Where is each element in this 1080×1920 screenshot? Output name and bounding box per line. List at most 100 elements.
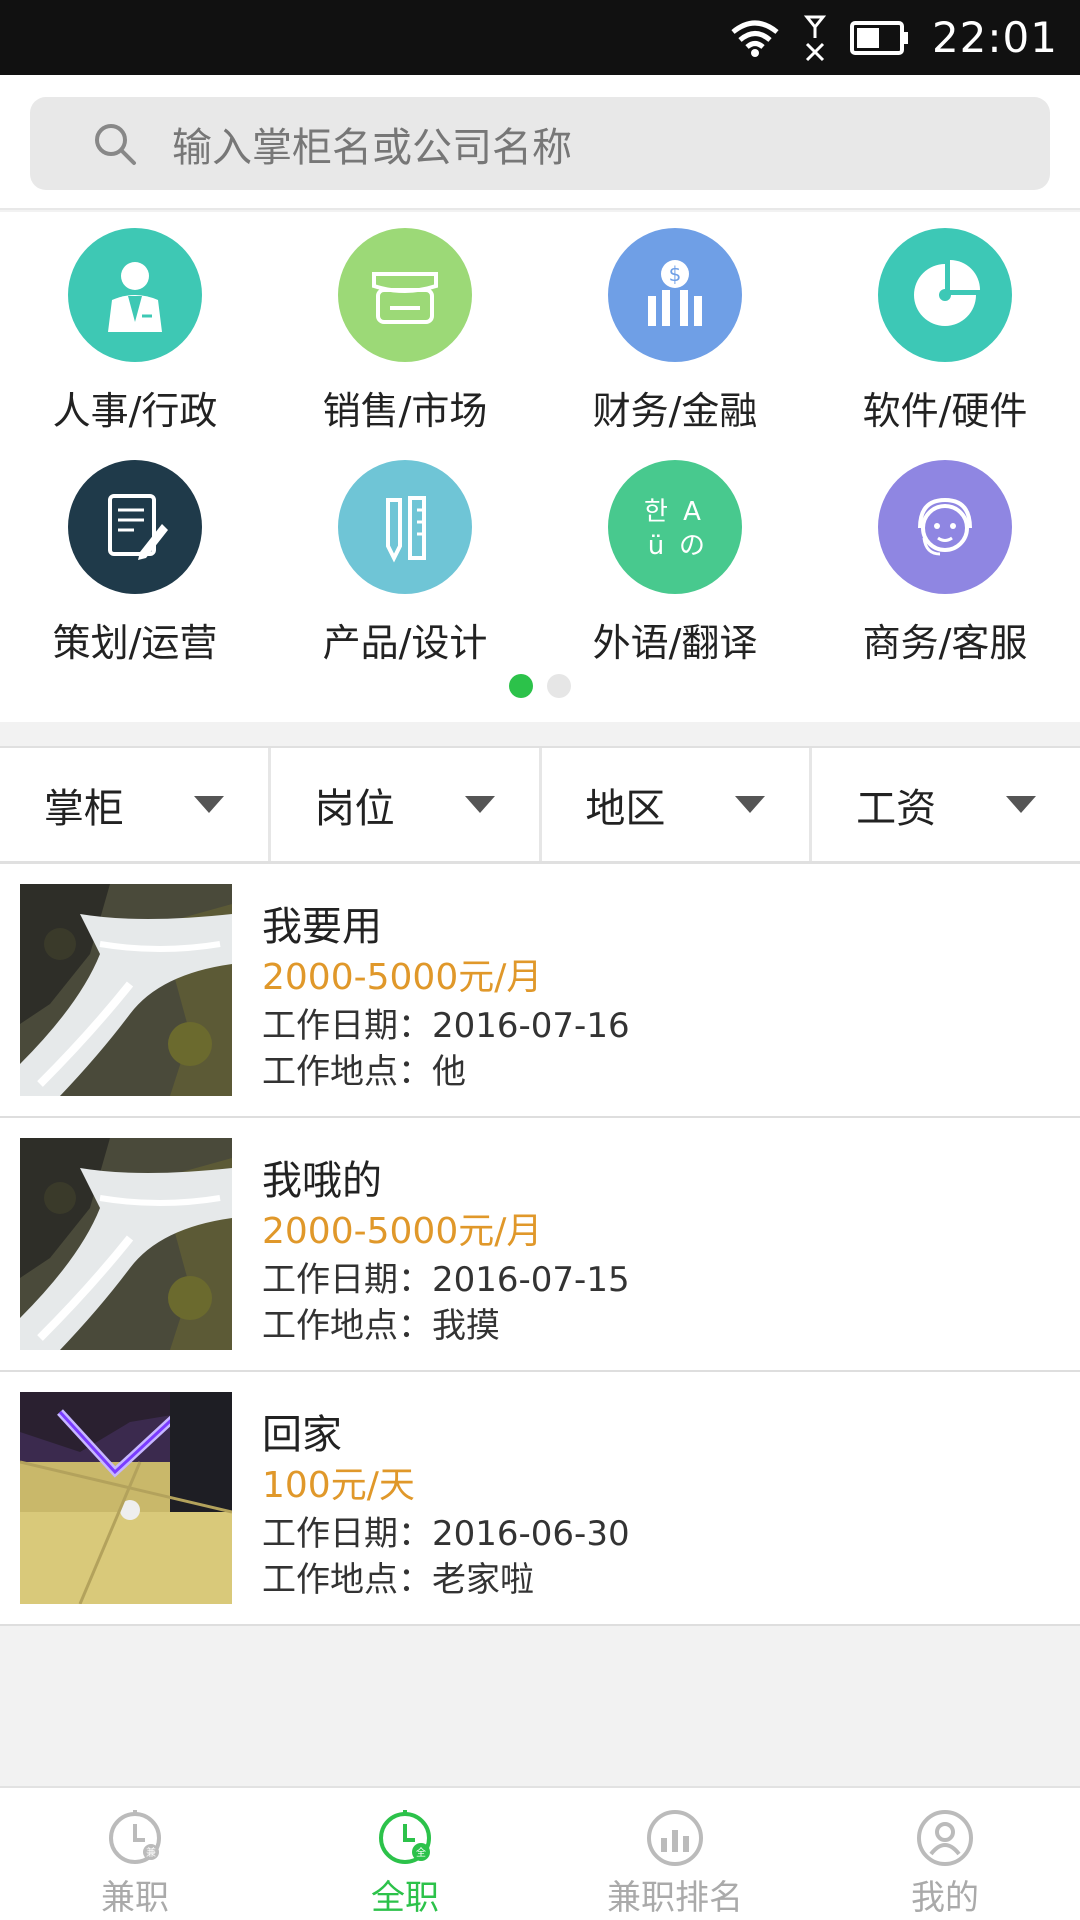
job-place-value: 我摸 [432,1306,500,1346]
category-label: 策划/运营 [52,621,218,665]
store-icon [338,228,472,362]
job-list-item[interactable]: 回家 100元/天 工作日期：2016-06-30 工作地点：老家啦 [0,1372,1080,1626]
glyph-japanese: の [679,531,705,561]
glyph-umlaut: ü [648,531,664,561]
job-place-value: 老家啦 [432,1560,534,1600]
job-thumbnail [20,1138,232,1350]
job-date-label: 工作日期： [262,1006,432,1046]
search-bar-container: 输入掌柜名或公司名称 [0,75,1080,210]
svg-text:$: $ [669,262,682,286]
job-thumbnail [20,884,232,1096]
customer-service-icon [878,460,1012,594]
tab-part-time[interactable]: 兼 兼职 [0,1788,270,1920]
filter-region[interactable]: 地区 [542,748,813,861]
tab-mine[interactable]: 我的 [810,1788,1080,1920]
tab-part-time-ranking[interactable]: 兼职排名 [540,1788,810,1920]
tab-badge: 全 [416,1846,426,1859]
category-label: 销售/市场 [322,389,488,433]
job-place-label: 工作地点： [262,1052,432,1092]
category-finance[interactable]: $ 财务/金融 [540,228,810,435]
dropdown-arrow-icon [1006,796,1037,813]
document-edit-icon [68,460,202,594]
clock-time: 22:01 [931,13,1058,62]
category-grid: 人事/行政 销售/市场 $ 财务/金融 软件/硬件 策划/运营 产品/设计 한 … [0,212,1080,722]
glyph-latin: A [683,497,701,527]
job-date-value: 2016-06-30 [432,1514,630,1554]
category-business-service[interactable]: 商务/客服 [810,460,1080,667]
job-date-label: 工作日期： [262,1260,432,1300]
job-date: 工作日期：2016-07-16 [262,998,630,1046]
job-place-label: 工作地点： [262,1560,432,1600]
category-label: 财务/金融 [592,389,758,433]
no-signal-icon [803,15,827,61]
category-label: 软件/硬件 [862,389,1028,433]
wifi-icon [731,20,779,57]
filter-label: 掌柜 [43,785,124,832]
job-date-value: 2016-07-16 [432,1006,630,1046]
tab-badge: 兼 [146,1846,156,1859]
category-language-translation[interactable]: 한 A ü の 外语/翻译 [540,460,810,667]
category-label: 产品/设计 [322,621,488,665]
filter-label: 地区 [585,785,666,832]
category-label: 人事/行政 [52,389,218,433]
category-product-design[interactable]: 产品/设计 [270,460,540,667]
job-place-value: 他 [432,1052,466,1092]
job-place: 工作地点：他 [262,1044,630,1092]
tab-label: 我的 [911,1878,979,1918]
job-info: 我哦的 2000-5000元/月 工作日期：2016-07-15 工作地点：我摸 [262,1148,630,1346]
filter-salary[interactable]: 工资 [812,748,1080,861]
page-dot-active[interactable] [509,674,533,698]
job-date-label: 工作日期： [262,1514,432,1554]
category-sales-marketing[interactable]: 销售/市场 [270,228,540,435]
job-thumbnail [20,1392,232,1604]
job-date: 工作日期：2016-07-15 [262,1252,630,1300]
filter-boss[interactable]: 掌柜 [0,748,271,861]
job-title: 我哦的 [262,1158,382,1204]
job-salary: 2000-5000元/月 [262,957,543,998]
battery-icon [849,20,908,55]
job-title: 回家 [262,1412,342,1458]
dropdown-arrow-icon [464,796,495,813]
filter-label: 工资 [856,785,937,832]
pie-chart-icon [878,228,1012,362]
category-label: 外语/翻译 [592,621,758,665]
language-icon: 한 A ü の [608,460,742,594]
filter-bar: 掌柜 岗位 地区 工资 [0,746,1080,864]
job-list-item[interactable]: 我哦的 2000-5000元/月 工作日期：2016-07-15 工作地点：我摸 [0,1118,1080,1372]
tab-label: 兼职排名 [607,1878,743,1918]
job-info: 我要用 2000-5000元/月 工作日期：2016-07-16 工作地点：他 [262,894,630,1092]
job-title: 我要用 [262,904,382,950]
job-list: 我要用 2000-5000元/月 工作日期：2016-07-16 工作地点：他 … [0,864,1080,1626]
finance-chart-icon: $ [608,228,742,362]
tab-label: 兼职 [101,1878,169,1918]
businessman-icon [68,228,202,362]
clock-icon: 全 [379,1810,431,1864]
category-label: 商务/客服 [862,621,1028,665]
status-bar: 22:01 [0,0,1080,75]
dropdown-arrow-icon [193,796,224,813]
search-input[interactable]: 输入掌柜名或公司名称 [30,97,1050,190]
category-hr-admin[interactable]: 人事/行政 [0,228,270,435]
page-dot[interactable] [547,674,571,698]
job-list-item[interactable]: 我要用 2000-5000元/月 工作日期：2016-07-16 工作地点：他 [0,864,1080,1118]
pencil-ruler-icon [338,460,472,594]
job-salary: 2000-5000元/月 [262,1211,543,1252]
ranking-icon [647,1810,703,1866]
tab-full-time[interactable]: 全 全职 [270,1788,540,1920]
user-icon [917,1810,973,1866]
search-icon [95,123,136,165]
search-placeholder: 输入掌柜名或公司名称 [172,124,572,171]
job-place: 工作地点：老家啦 [262,1552,630,1600]
filter-position[interactable]: 岗位 [271,748,542,861]
job-salary: 100元/天 [262,1465,415,1506]
job-date: 工作日期：2016-06-30 [262,1506,630,1554]
job-date-value: 2016-07-15 [432,1260,630,1300]
bottom-tab-bar: 兼 兼职 全 全职 兼职排名 我的 [0,1786,1080,1920]
job-place-label: 工作地点： [262,1306,432,1346]
tab-label: 全职 [371,1878,439,1918]
job-place: 工作地点：我摸 [262,1298,630,1346]
category-software-hardware[interactable]: 软件/硬件 [810,228,1080,435]
clock-icon: 兼 [109,1810,161,1864]
category-planning-operations[interactable]: 策划/运营 [0,460,270,667]
dropdown-arrow-icon [735,796,766,813]
